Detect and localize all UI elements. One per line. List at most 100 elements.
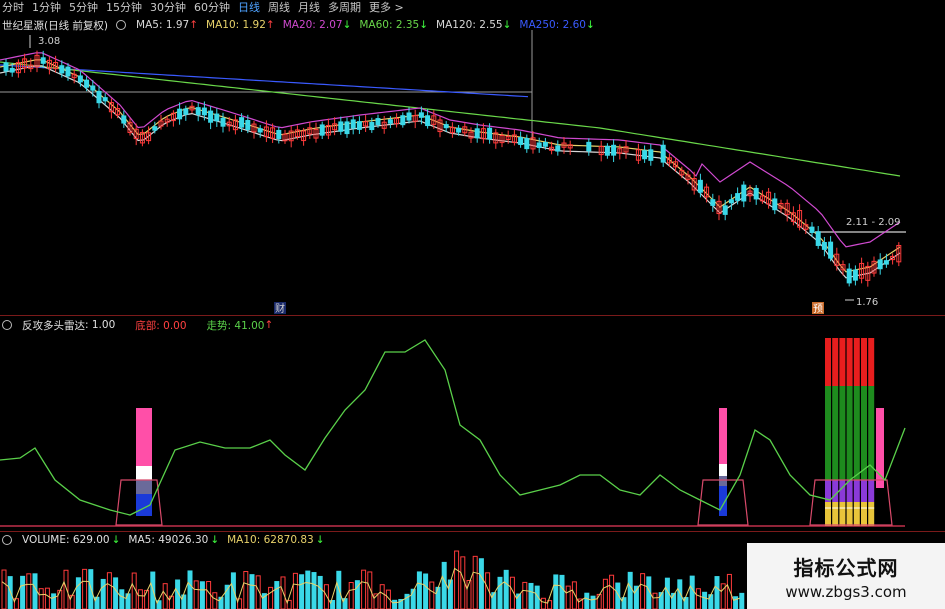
indicator-chart[interactable] bbox=[0, 330, 945, 530]
volume-bar bbox=[299, 574, 305, 609]
volume-bar bbox=[113, 577, 119, 609]
range-label: 2.11 - 2.09 bbox=[846, 217, 901, 228]
radar-bar bbox=[825, 386, 831, 440]
volume-bar bbox=[199, 581, 205, 609]
radar-bar bbox=[853, 480, 860, 502]
tab-7[interactable]: 周线 bbox=[268, 0, 290, 15]
tab-6[interactable]: 日线 bbox=[238, 0, 260, 15]
volume-bar bbox=[652, 592, 658, 609]
volume-bar bbox=[348, 582, 354, 609]
volume-bar bbox=[540, 597, 546, 609]
trend-line bbox=[0, 339, 906, 516]
settings-icon[interactable] bbox=[116, 20, 127, 30]
price-chart[interactable]: 3.08 2.11 - 2.09 1.76 财 预 bbox=[0, 30, 945, 315]
volume-bar bbox=[497, 576, 503, 609]
volume-bars bbox=[1, 550, 745, 609]
volume-bar bbox=[305, 570, 311, 609]
volume-bar bbox=[609, 574, 615, 609]
tab-0[interactable]: 分时 bbox=[2, 0, 24, 15]
settings-icon[interactable] bbox=[2, 535, 12, 545]
volume-bar bbox=[187, 570, 193, 609]
volume-bar bbox=[75, 577, 81, 609]
volume-bar bbox=[392, 599, 398, 609]
volume-bar bbox=[454, 550, 460, 609]
radar-bar bbox=[846, 338, 853, 386]
settings-icon[interactable] bbox=[2, 320, 12, 330]
volume-bar bbox=[739, 592, 745, 609]
radar-bar bbox=[868, 502, 875, 526]
watermark-logo: 指标公式网 www.zbgs3.com bbox=[747, 543, 945, 609]
radar-bar bbox=[832, 440, 839, 480]
radar-bar bbox=[861, 386, 867, 440]
panel-separator bbox=[0, 531, 945, 532]
radar-bar bbox=[853, 386, 860, 440]
volume-bar bbox=[435, 586, 441, 609]
volume-bar bbox=[206, 581, 212, 609]
bottom-signal-bar bbox=[136, 466, 152, 480]
cai-marker[interactable]: 财 bbox=[275, 302, 285, 315]
volume-bar bbox=[689, 575, 695, 609]
radar-bar bbox=[846, 440, 853, 480]
volume-bar bbox=[57, 589, 63, 609]
radar-bar bbox=[839, 338, 846, 386]
bottom-signal-bar bbox=[719, 408, 727, 464]
yu-marker[interactable]: 预 bbox=[813, 303, 823, 315]
period-tabs: 分时 1分钟 5分钟 15分钟 30分钟 60分钟 日线 周线 月线 多周期 更多 > bbox=[0, 0, 404, 14]
volume-bar bbox=[596, 593, 602, 609]
radar-bar bbox=[868, 480, 875, 502]
volume-bar bbox=[137, 589, 143, 609]
volume-bar bbox=[478, 558, 484, 609]
volume-bar bbox=[292, 572, 298, 609]
tab-4[interactable]: 30分钟 bbox=[150, 0, 186, 15]
volume-bar bbox=[702, 591, 708, 609]
volume-bar bbox=[212, 592, 218, 609]
volume-bar bbox=[100, 578, 106, 609]
radar-bar bbox=[868, 386, 875, 440]
volume-bar bbox=[695, 588, 701, 609]
volume-bar bbox=[274, 581, 280, 609]
high-price-label: 3.08 bbox=[38, 36, 60, 47]
volume-bar bbox=[44, 587, 50, 609]
tab-10[interactable]: 更多 > bbox=[369, 0, 404, 15]
volume-bar bbox=[379, 584, 385, 609]
volume-bar bbox=[119, 589, 125, 609]
volume-bar bbox=[20, 575, 26, 609]
volume-bar bbox=[144, 589, 150, 609]
radar-bar bbox=[853, 338, 860, 386]
moving-average-lines bbox=[0, 52, 901, 279]
volume-bar bbox=[565, 585, 571, 609]
volume-bar bbox=[106, 572, 112, 609]
radar-bar bbox=[861, 440, 867, 480]
tab-3[interactable]: 15分钟 bbox=[106, 0, 142, 15]
volume-bar bbox=[317, 575, 323, 609]
radar-bar bbox=[832, 338, 839, 386]
radar-bar bbox=[861, 502, 867, 526]
volume-bar bbox=[361, 569, 367, 609]
radar-bar bbox=[832, 502, 839, 526]
volume-bar bbox=[7, 576, 13, 609]
volume-bar bbox=[311, 572, 317, 609]
volume-bar bbox=[447, 579, 453, 609]
radar-bar bbox=[861, 480, 867, 502]
candlesticks bbox=[3, 50, 902, 287]
volume-bar bbox=[640, 573, 646, 609]
volume-bar bbox=[416, 571, 422, 609]
tab-5[interactable]: 60分钟 bbox=[194, 0, 230, 15]
tab-2[interactable]: 5分钟 bbox=[69, 0, 98, 15]
volume-bar bbox=[559, 574, 565, 609]
radar-bar bbox=[846, 502, 853, 526]
radar-bar bbox=[832, 480, 839, 502]
tab-8[interactable]: 月线 bbox=[298, 0, 320, 15]
radar-bar bbox=[839, 480, 846, 502]
radar-bar bbox=[825, 440, 831, 480]
ma-line-1 bbox=[0, 61, 901, 177]
volume-bar bbox=[584, 592, 590, 609]
volume-bar bbox=[627, 571, 633, 609]
volume-bar bbox=[528, 582, 534, 609]
volume-bar bbox=[1, 569, 7, 609]
bottom-signal-bar bbox=[719, 476, 727, 486]
watermark-title: 指标公式网 bbox=[793, 555, 899, 580]
tab-9[interactable]: 多周期 bbox=[328, 0, 361, 15]
volume-bar bbox=[503, 569, 509, 609]
tab-1[interactable]: 1分钟 bbox=[32, 0, 61, 15]
